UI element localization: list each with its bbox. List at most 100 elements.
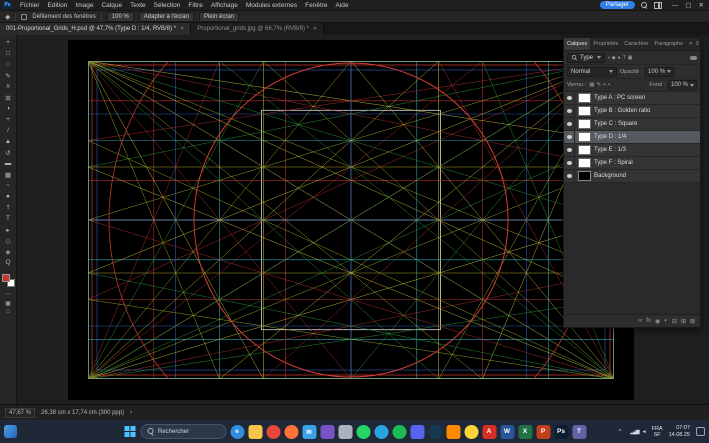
layer-thumbnail[interactable] bbox=[578, 158, 591, 168]
brush-tool[interactable]: / bbox=[2, 125, 15, 136]
filter-icon-1[interactable]: ◆ bbox=[612, 55, 616, 61]
clock[interactable]: 07:07 14.08.25 bbox=[669, 425, 690, 438]
layer-row[interactable]: Type C : Square bbox=[564, 118, 700, 131]
screen-mode-icon[interactable]: □ bbox=[6, 309, 10, 315]
widgets-icon[interactable] bbox=[4, 425, 17, 438]
layer-row[interactable]: Type E : 1/3 bbox=[564, 144, 700, 157]
lock-pixels-icon[interactable]: ✎ bbox=[596, 82, 601, 88]
scroll-all-windows-checkbox[interactable] bbox=[21, 14, 27, 20]
taskbar-app-photos[interactable] bbox=[320, 425, 334, 439]
filter-icon-0[interactable]: ▪ bbox=[608, 55, 610, 61]
visibility-toggle[interactable] bbox=[564, 144, 575, 156]
close-tab-icon[interactable]: ✕ bbox=[313, 26, 317, 32]
taskbar-app-whatsapp[interactable] bbox=[356, 425, 370, 439]
foreground-color-swatch[interactable] bbox=[2, 274, 10, 282]
layer-row[interactable]: Background bbox=[564, 170, 700, 183]
visibility-toggle[interactable] bbox=[564, 131, 575, 143]
layer-thumbnail[interactable] bbox=[578, 132, 591, 142]
filter-icon-4[interactable]: ▣ bbox=[628, 55, 633, 61]
quick-selection-tool[interactable]: ✎ bbox=[2, 70, 15, 81]
type-tool[interactable]: T bbox=[2, 213, 15, 224]
move-tool[interactable]: + bbox=[2, 37, 15, 48]
layer-effects-icon[interactable]: fx bbox=[646, 318, 651, 324]
delete-layer-icon[interactable]: ⊠ bbox=[690, 318, 695, 325]
taskbar-app-teams[interactable]: T bbox=[572, 425, 586, 439]
taskbar-app-spotify[interactable] bbox=[392, 425, 406, 439]
blur-tool[interactable]: ~ bbox=[2, 180, 15, 191]
layer-row[interactable]: Type B : Golden ratio bbox=[564, 105, 700, 118]
layer-group-icon[interactable]: ⊟ bbox=[672, 318, 677, 325]
notification-center-icon[interactable] bbox=[696, 427, 705, 436]
taskbar-app-discord[interactable] bbox=[410, 425, 424, 439]
canvas[interactable] bbox=[68, 40, 634, 400]
tray-icon-0[interactable]: ▂▄▆ bbox=[630, 429, 638, 435]
menu-item-5[interactable]: Sélection bbox=[150, 2, 185, 9]
layer-thumbnail[interactable] bbox=[578, 171, 591, 181]
shape-tool[interactable]: ◇ bbox=[2, 235, 15, 246]
filter-icon-2[interactable]: ● bbox=[618, 55, 621, 61]
taskbar-app-powerpoint[interactable]: P bbox=[536, 425, 550, 439]
menu-item-2[interactable]: Image bbox=[71, 2, 97, 9]
document-tab[interactable]: 001-Proportional_Grids_H.psd @ 47,7% (Ty… bbox=[0, 23, 191, 35]
visibility-toggle[interactable] bbox=[564, 92, 575, 104]
full-screen-button[interactable]: Plein écran bbox=[199, 12, 239, 22]
layer-filter-select[interactable]: Type bbox=[567, 53, 605, 63]
taskbar-app-acrobat[interactable]: A bbox=[482, 425, 496, 439]
filter-icon-3[interactable]: T bbox=[623, 55, 626, 61]
menu-item-10[interactable]: Aide bbox=[332, 2, 353, 9]
minimize-button[interactable]: — bbox=[672, 2, 679, 9]
zoom-100-button[interactable]: 100 % bbox=[107, 12, 134, 22]
link-layers-icon[interactable]: ∞ bbox=[638, 318, 642, 324]
panel-collapse-icon[interactable]: » bbox=[689, 41, 692, 47]
taskbar-search[interactable]: Rechercher bbox=[140, 424, 226, 439]
tray-status-icons[interactable]: ▂▄▆◄ bbox=[627, 429, 645, 435]
taskbar-app-mail[interactable]: ✉ bbox=[302, 425, 316, 439]
zoom-level-field[interactable]: 47,67 % bbox=[5, 408, 35, 418]
lock-transparency-icon[interactable]: ▦ bbox=[589, 82, 594, 88]
edit-toolbar-icon[interactable]: ⋯ bbox=[5, 291, 11, 298]
visibility-toggle[interactable] bbox=[564, 157, 575, 169]
panel-tab-propriétés[interactable]: Propriétés bbox=[590, 38, 621, 50]
tray-chevron-icon[interactable]: ^ bbox=[619, 429, 622, 435]
layer-row[interactable]: Type F : Spiral bbox=[564, 157, 700, 170]
quick-mask-icon[interactable]: ▣ bbox=[5, 300, 11, 307]
lock-position-icon[interactable]: + bbox=[603, 82, 606, 88]
clone-stamp-tool[interactable]: ▲ bbox=[2, 136, 15, 147]
panel-tab-paragraphe[interactable]: Paragraphe bbox=[651, 38, 686, 50]
visibility-toggle[interactable] bbox=[564, 118, 575, 130]
menu-item-3[interactable]: Calque bbox=[97, 2, 126, 9]
layer-row[interactable]: Type D : 1/4 bbox=[564, 131, 700, 144]
visibility-toggle[interactable] bbox=[564, 170, 575, 182]
layer-row[interactable]: Type A : PC screen bbox=[564, 92, 700, 105]
taskbar-app-yellow-app[interactable] bbox=[464, 425, 478, 439]
taskbar-app-explorer[interactable] bbox=[248, 425, 262, 439]
menu-item-9[interactable]: Fenêtre bbox=[301, 2, 331, 9]
pen-tool[interactable]: † bbox=[2, 202, 15, 213]
gradient-tool[interactable]: ▦ bbox=[2, 169, 15, 180]
taskbar-app-excel[interactable]: X bbox=[518, 425, 532, 439]
layer-thumbnail[interactable] bbox=[578, 145, 591, 155]
menu-item-4[interactable]: Texte bbox=[126, 2, 150, 9]
taskbar-app-photoshop[interactable]: Ps bbox=[554, 425, 568, 439]
zoom-tool[interactable]: Q bbox=[2, 257, 15, 268]
maximize-button[interactable]: ▢ bbox=[685, 1, 691, 9]
eraser-tool[interactable]: ▬ bbox=[2, 158, 15, 169]
frame-tool[interactable]: ⊞ bbox=[2, 92, 15, 103]
taskbar-app-steam[interactable] bbox=[428, 425, 442, 439]
menu-item-0[interactable]: Fichier bbox=[16, 2, 44, 9]
eyedropper-tool[interactable]: ◑ bbox=[2, 103, 15, 114]
taskbar-app-snipping[interactable] bbox=[338, 425, 352, 439]
menu-item-7[interactable]: Affichage bbox=[207, 2, 242, 9]
panel-tab-caractère[interactable]: Caractère bbox=[621, 38, 651, 50]
keyboard-layout[interactable]: FRA SF bbox=[652, 426, 663, 438]
close-tab-icon[interactable]: ✕ bbox=[180, 26, 184, 32]
layer-mask-icon[interactable]: ◉ bbox=[655, 318, 660, 325]
taskbar-app-vlc[interactable] bbox=[446, 425, 460, 439]
panel-tab-calques[interactable]: Calques bbox=[564, 38, 590, 50]
lock-all-icon[interactable]: ▪ bbox=[608, 82, 610, 88]
menu-item-6[interactable]: Filtre bbox=[184, 2, 206, 9]
taskbar-app-telegram[interactable] bbox=[374, 425, 388, 439]
layer-thumbnail[interactable] bbox=[578, 119, 591, 129]
marquee-tool[interactable]: □ bbox=[2, 48, 15, 59]
healing-brush-tool[interactable]: + bbox=[2, 114, 15, 125]
